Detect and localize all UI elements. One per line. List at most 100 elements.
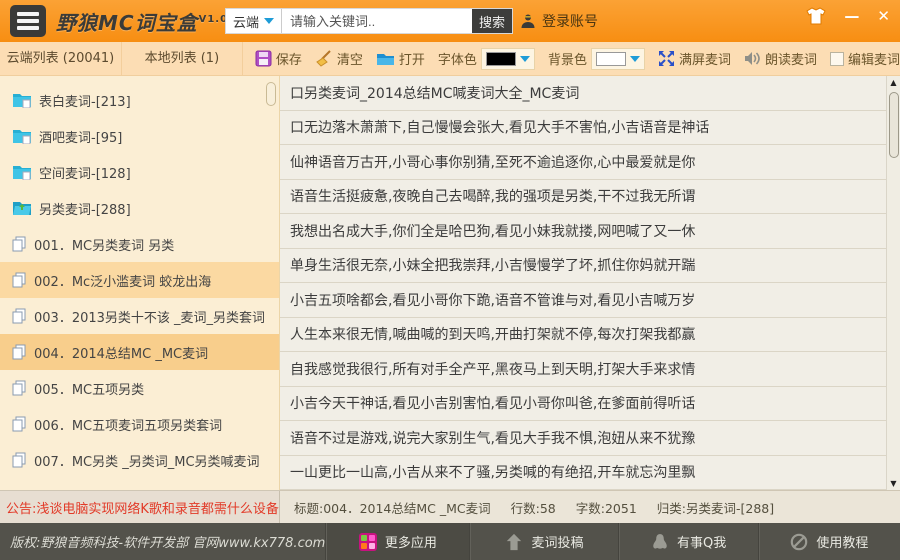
search-button[interactable]: 搜索: [472, 9, 512, 33]
folder-item[interactable]: 酒吧麦词-[95]: [0, 118, 279, 154]
floppy-disk-icon: [255, 50, 272, 67]
bg-color-label: 背景色: [548, 49, 587, 68]
status-word-count: 字数:2051: [576, 498, 637, 517]
lyric-line[interactable]: 人生本来很无情,喊曲喊的到天鸣,开曲打架就不停,每次打架我都赢: [280, 318, 886, 353]
edit-lyrics-toggle[interactable]: 编辑麦词: [830, 49, 900, 68]
open-button[interactable]: 打开: [376, 49, 425, 68]
announcement-link[interactable]: 公告:浅谈电脑实现网络K歌和录音都需什么设备: [0, 491, 280, 523]
file-item[interactable]: 005．MC五项另类: [0, 370, 279, 406]
lyric-line[interactable]: 语音生活挺疲惫,夜晚自己去喝醉,我的强项是另类,干不过我无所谓: [280, 180, 886, 215]
lyric-line[interactable]: 小吉五项啥都会,看见小哥你下跪,语音不管谁与对,看见小吉喊万岁: [280, 283, 886, 318]
save-button[interactable]: 保存: [255, 49, 302, 68]
fullscreen-lyrics-button[interactable]: 满屏麦词: [658, 49, 731, 68]
font-color-swatch: [486, 52, 516, 66]
close-button[interactable]: ✕: [877, 6, 890, 26]
copyright-text: 版权:野狼音频科技-软件开发部 官网www.kx778.com: [0, 523, 325, 560]
file-icon: [12, 236, 27, 252]
sidebar-scrollbar-thumb[interactable]: [266, 82, 276, 106]
expand-arrows-icon: [658, 50, 675, 67]
file-item[interactable]: 001．MC另类麦词 另类: [0, 226, 279, 262]
file-icon: [12, 452, 27, 468]
file-item[interactable]: 006．MC五项麦词五项另类套词: [0, 406, 279, 442]
login-label: 登录账号: [542, 11, 598, 31]
lyrics-scrollbar[interactable]: ▲ ▼: [886, 76, 900, 490]
search-scope-dropdown[interactable]: 云端: [226, 9, 282, 33]
font-color-dropdown[interactable]: [481, 48, 535, 70]
status-title: 标题:004．2014总结MC _MC麦词: [294, 498, 491, 517]
app-version: V1.0: [199, 14, 228, 25]
app-window: 野狼MC词宝盒V1.0 云端 搜索 登录账号 — ✕ 云端列: [0, 0, 900, 560]
tab-cloud-list[interactable]: 云端列表 (20041): [0, 42, 121, 75]
more-apps-button[interactable]: 更多应用: [325, 523, 469, 560]
clear-button[interactable]: 清空: [315, 49, 363, 68]
file-icon: [12, 308, 27, 324]
lyric-line[interactable]: 我想出名成大手,你们全是哈巴狗,看见小妹我就搂,网吧喊了又一休: [280, 214, 886, 249]
status-category: 归类:另类麦词-[288]: [657, 498, 774, 517]
font-color-label: 字体色: [438, 49, 477, 68]
bg-color-group: 背景色: [548, 48, 645, 70]
app-title: 野狼MC词宝盒V1.0: [56, 7, 228, 36]
chevron-down-icon: [520, 56, 530, 62]
login-button[interactable]: 登录账号: [520, 11, 598, 31]
chevron-down-icon: [264, 18, 274, 24]
window-controls: — ✕: [806, 6, 890, 26]
title-bar: 野狼MC词宝盒V1.0 云端 搜索 登录账号 — ✕: [0, 0, 900, 42]
speaker-icon: [744, 51, 761, 66]
lyrics-scrollbar-thumb[interactable]: [889, 92, 899, 158]
skin-shirt-icon[interactable]: [806, 7, 826, 25]
qq-contact-button[interactable]: 有事Q我: [618, 523, 757, 560]
shield-slash-icon: [790, 533, 808, 551]
folder-item[interactable]: 空间麦词-[128]: [0, 154, 279, 190]
lyric-line[interactable]: 仙神语音万古开,小哥心事你别猜,至死不逾追逐你,心中最爱就是你: [280, 145, 886, 180]
footer-bar: 版权:野狼音频科技-软件开发部 官网www.kx778.com 更多应用 麦词投…: [0, 523, 900, 560]
hamburger-menu-icon[interactable]: [10, 5, 46, 37]
toolbar-row: 云端列表 (20041) 本地列表 (1) 保存 清空: [0, 42, 900, 76]
body-row: 表白麦词-[213] 酒吧麦词-[95] 空间麦词-[128]: [0, 76, 900, 490]
lyric-line[interactable]: 小吉今天干神话,看见小吉别害怕,看见小哥你叫爸,在爹面前得听话: [280, 387, 886, 422]
folder-item[interactable]: 表白麦词-[213]: [0, 82, 279, 118]
toolbar-tools: 保存 清空 打开 字体色: [242, 42, 900, 75]
lyrics-pane: 口另类麦词_2014总结MC喊麦词大全_MC麦词 口无边落木萧萧下,自己慢慢会张…: [280, 76, 900, 490]
lyrics-list: 口另类麦词_2014总结MC喊麦词大全_MC麦词 口无边落木萧萧下,自己慢慢会张…: [280, 76, 886, 490]
bg-color-dropdown[interactable]: [591, 48, 645, 70]
minimize-button[interactable]: —: [844, 6, 859, 26]
search-input[interactable]: [282, 9, 472, 33]
status-bar: 标题:004．2014总结MC _MC麦词 行数:58 字数:2051 归类:另…: [280, 491, 900, 523]
apps-grid-icon: [359, 533, 377, 551]
open-folder-icon: [12, 200, 32, 216]
status-row: 公告:浅谈电脑实现网络K歌和录音都需什么设备 标题:004．2014总结MC _…: [0, 490, 900, 523]
closed-folder-icon: [12, 164, 32, 180]
lyric-line[interactable]: 口另类麦词_2014总结MC喊麦词大全_MC麦词: [280, 76, 886, 111]
edit-lyrics-checkbox[interactable]: [830, 52, 844, 66]
user-icon: [520, 13, 536, 29]
lyric-line[interactable]: 单身生活很无奈,小妹全把我崇拜,小吉慢慢学了坏,抓住你妈就开踹: [280, 249, 886, 284]
file-icon: [12, 416, 27, 432]
tab-local-list[interactable]: 本地列表 (1): [121, 42, 242, 75]
file-item[interactable]: 002．Mc泛小滥麦词 蛟龙出海: [0, 262, 279, 298]
file-icon: [12, 344, 27, 360]
folder-item-open[interactable]: 另类麦词-[288]: [0, 190, 279, 226]
file-icon: [12, 272, 27, 288]
status-line-count: 行数:58: [511, 498, 556, 517]
file-item[interactable]: 007．MC另类 _另类词_MC另类喊麦词: [0, 442, 279, 478]
lyric-line[interactable]: 语音不过是游戏,说完大家别生气,看见大手我不惧,泡妞从来不犹豫: [280, 421, 886, 456]
bg-color-swatch: [596, 52, 626, 66]
read-aloud-button[interactable]: 朗读麦词: [744, 49, 817, 68]
scroll-up-arrow-icon[interactable]: ▲: [887, 78, 900, 87]
scroll-down-arrow-icon[interactable]: ▼: [887, 479, 900, 488]
lyric-line[interactable]: 自我感觉我很行,所有对手全产平,黑夜马上到天明,打架大手来求情: [280, 352, 886, 387]
font-color-group: 字体色: [438, 48, 535, 70]
file-icon: [12, 380, 27, 396]
search-box: 云端 搜索: [225, 8, 513, 34]
submit-lyrics-button[interactable]: 麦词投稿: [469, 523, 618, 560]
search-scope-value: 云端: [233, 12, 259, 31]
closed-folder-icon: [12, 92, 32, 108]
file-item[interactable]: 003．2013另类十不该 _麦词_另类套词: [0, 298, 279, 334]
lyric-line[interactable]: 口无边落木萧萧下,自己慢慢会张大,看见大手不害怕,小吉语音是神话: [280, 111, 886, 146]
tutorial-button[interactable]: 使用教程: [758, 523, 900, 560]
lyric-line[interactable]: 一山更比一山高,小吉从来不了骚,另类喊的有绝招,开车就忘沟里飘: [280, 456, 886, 491]
closed-folder-icon: [12, 128, 32, 144]
upload-arrow-icon: [505, 533, 523, 551]
qq-penguin-icon: [651, 532, 669, 551]
file-item-selected[interactable]: 004．2014总结MC _MC麦词: [0, 334, 279, 370]
